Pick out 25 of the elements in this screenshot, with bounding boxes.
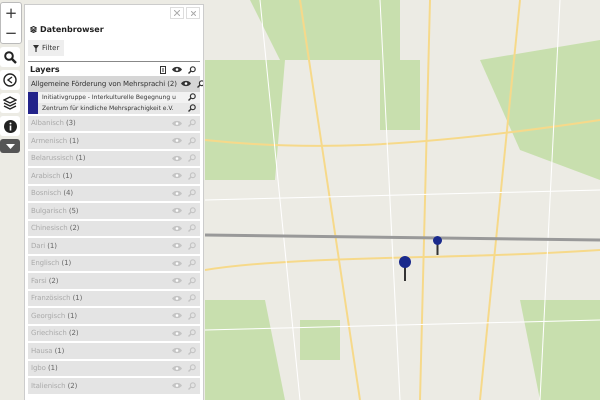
document-icon[interactable] bbox=[160, 66, 166, 74]
search-icon[interactable] bbox=[188, 93, 196, 101]
search-button[interactable] bbox=[0, 47, 20, 67]
layers-button[interactable] bbox=[0, 93, 20, 113]
caret-icon bbox=[6, 144, 14, 148]
layers-icon bbox=[30, 26, 37, 33]
search-icon[interactable] bbox=[196, 80, 203, 88]
close-button[interactable] bbox=[186, 7, 200, 19]
eye-icon[interactable] bbox=[172, 66, 182, 73]
layers-icon bbox=[3, 96, 17, 110]
search-icon bbox=[4, 50, 16, 64]
info-icon bbox=[4, 120, 16, 132]
info-button[interactable] bbox=[0, 116, 20, 136]
map-pin[interactable] bbox=[432, 235, 443, 255]
search-icon[interactable] bbox=[188, 104, 196, 112]
filter-icon bbox=[33, 44, 39, 52]
panel-title: Datenbrowser bbox=[40, 25, 104, 34]
expand-icon bbox=[174, 10, 180, 16]
search-icon[interactable] bbox=[188, 66, 196, 74]
close-icon bbox=[190, 10, 196, 16]
expand-button[interactable] bbox=[170, 7, 184, 19]
map-pin[interactable] bbox=[398, 255, 412, 281]
eye-icon[interactable] bbox=[180, 80, 191, 88]
layers-heading: Layers bbox=[30, 65, 60, 74]
dropdown-button[interactable] bbox=[0, 139, 20, 153]
